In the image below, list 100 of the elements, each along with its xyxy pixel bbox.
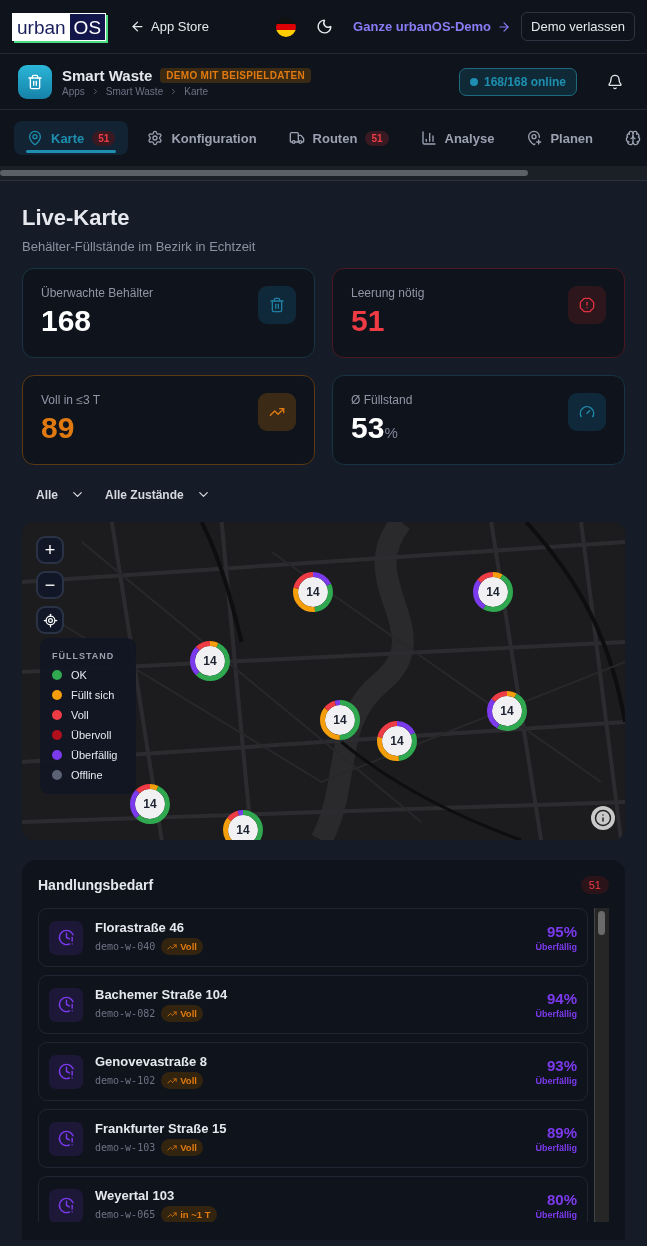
- bin-id: demo-w-040: [95, 941, 156, 952]
- bin-status: Überfällig: [535, 942, 577, 952]
- trend-tag: Voll: [161, 1139, 203, 1156]
- bin-status: Überfällig: [535, 1076, 577, 1086]
- map-pin-plus-icon: [526, 130, 543, 146]
- page-subtitle: Behälter-Füllstände im Bezirk in Echtzeit: [22, 239, 257, 254]
- tab[interactable]: Karte 51: [14, 121, 129, 155]
- tab[interactable]: Planen: [513, 121, 606, 155]
- legend-label: Offline: [71, 769, 103, 781]
- stat-label: Ø Füllstand: [351, 393, 413, 407]
- scrollbar-thumb[interactable]: [598, 911, 605, 935]
- trash-icon: [258, 286, 296, 324]
- count-badge: 51: [580, 876, 609, 894]
- zoom-in-button[interactable]: +: [36, 536, 64, 564]
- app-title: Smart Waste: [62, 66, 153, 84]
- trend-icon: [167, 1142, 178, 1153]
- exit-demo-button[interactable]: Demo verlassen: [521, 12, 635, 41]
- tab[interactable]: Routen 51: [275, 121, 402, 155]
- full-demo-link[interactable]: Ganze urbanOS-Demo: [353, 19, 512, 34]
- stat-label: Voll in ≤3 T: [41, 393, 101, 407]
- bin-address: Frankfurter Straße 15: [95, 1121, 228, 1136]
- fill-percent: 80%: [546, 1191, 577, 1208]
- breadcrumb-item: Karte: [184, 85, 209, 97]
- brain-icon: [625, 130, 641, 146]
- bin-address: Florastraße 46: [95, 920, 185, 935]
- count-badge: 51: [365, 130, 389, 146]
- bell-icon[interactable]: [607, 73, 623, 90]
- clock-alert-icon: [49, 1121, 83, 1156]
- german-flag-icon[interactable]: [276, 16, 297, 37]
- filter-select[interactable]: Alle: [36, 487, 85, 502]
- scrollbar-thumb[interactable]: [0, 170, 528, 176]
- cluster-marker[interactable]: 14: [376, 720, 418, 762]
- fill-percent: 89%: [546, 1124, 577, 1141]
- trend-tag: in ~1 T: [161, 1206, 217, 1222]
- fill-percent: 93%: [546, 1057, 577, 1074]
- fill-percent: 95%: [546, 923, 577, 940]
- trash-icon: [18, 64, 52, 99]
- stat-value: 51: [351, 304, 386, 338]
- cluster-marker[interactable]: 14: [292, 571, 334, 613]
- bin-address: Genovevastraße 8: [95, 1054, 208, 1069]
- bin-status: Überfällig: [535, 1009, 577, 1019]
- legend-label: Voll: [71, 709, 89, 721]
- count-badge: 51: [92, 130, 116, 146]
- bin-row[interactable]: Frankfurter Straße 15 demo-w-103 Voll 89% Überfällig: [38, 1109, 588, 1168]
- filter-select[interactable]: Alle Zustände: [105, 487, 211, 502]
- bin-address: Bachemer Straße 104: [95, 987, 229, 1002]
- trend-tag: Voll: [161, 938, 203, 955]
- bin-status: Überfällig: [535, 1210, 577, 1220]
- bin-row[interactable]: Weyertal 103 demo-w-065 in ~1 T 80% Überfällig: [38, 1176, 588, 1222]
- clock-alert-icon: [49, 920, 83, 955]
- bin-row[interactable]: Genovevastraße 8 demo-w-102 Voll 93% Überfällig: [38, 1042, 588, 1101]
- clock-alert-icon: [49, 1188, 83, 1222]
- breadcrumb-item[interactable]: Apps: [62, 85, 85, 97]
- stat-label: Leerung nötig: [351, 286, 425, 300]
- breadcrumb-item[interactable]: Smart Waste: [105, 85, 164, 97]
- cluster-marker[interactable]: 14: [486, 690, 528, 732]
- zoom-out-button[interactable]: −: [36, 571, 64, 599]
- bin-id: demo-w-082: [95, 1008, 156, 1019]
- trend-tag: Voll: [161, 1072, 203, 1089]
- bin-id: demo-w-065: [95, 1209, 156, 1220]
- truck-icon: [288, 130, 305, 146]
- legend-label: Überfällig: [71, 749, 118, 761]
- legend-label: Übervoll: [71, 729, 112, 741]
- cluster-marker[interactable]: 14: [189, 640, 231, 682]
- trend-tag: Voll: [161, 1005, 203, 1022]
- bin-address: Weyertal 103: [95, 1188, 176, 1203]
- panel-title: Handlungsbedarf: [38, 877, 154, 893]
- legend-title: FÜLLSTAND: [52, 651, 116, 661]
- stat-value: 89: [41, 411, 76, 445]
- demo-badge: DEMO MIT BEISPIELDATEN: [160, 67, 311, 83]
- fill-percent: 94%: [546, 990, 577, 1007]
- online-status: 168/168 online: [458, 67, 577, 96]
- trend-icon: [167, 1075, 178, 1086]
- moon-icon[interactable]: [316, 18, 334, 35]
- gauge-icon: [568, 393, 606, 431]
- cluster-marker[interactable]: 14: [319, 699, 361, 741]
- app-store-link[interactable]: App Store: [130, 19, 209, 34]
- page-title: Live-Karte: [22, 205, 131, 231]
- clock-alert-icon: [49, 1054, 83, 1089]
- trend-icon: [258, 393, 296, 431]
- urbanos-logo[interactable]: urban OS: [12, 12, 107, 41]
- clock-alert-icon: [49, 987, 83, 1022]
- locate-button[interactable]: [36, 606, 64, 634]
- bin-status: Überfällig: [535, 1143, 577, 1153]
- locate-icon: [42, 612, 58, 628]
- bin-id: demo-w-103: [95, 1142, 156, 1153]
- bin-row[interactable]: Bachemer Straße 104 demo-w-082 Voll 94% Überfällig: [38, 975, 588, 1034]
- tab[interactable]: Analyse: [407, 121, 508, 155]
- arrow-right-icon: [497, 19, 512, 34]
- stat-label: Überwachte Behälter: [41, 286, 154, 300]
- legend-label: OK: [71, 669, 87, 681]
- gear-icon: [147, 130, 164, 146]
- cluster-marker[interactable]: 14: [129, 783, 171, 825]
- cluster-marker[interactable]: 14: [222, 809, 264, 840]
- stat-value: 53%: [351, 411, 399, 445]
- trend-icon: [167, 1209, 178, 1220]
- tab[interactable]: Konfiguration: [134, 121, 270, 155]
- cluster-marker[interactable]: 14: [472, 571, 514, 613]
- bin-row[interactable]: Florastraße 46 demo-w-040 Voll 95% Überfällig: [38, 908, 588, 967]
- map-pin-icon: [27, 130, 43, 146]
